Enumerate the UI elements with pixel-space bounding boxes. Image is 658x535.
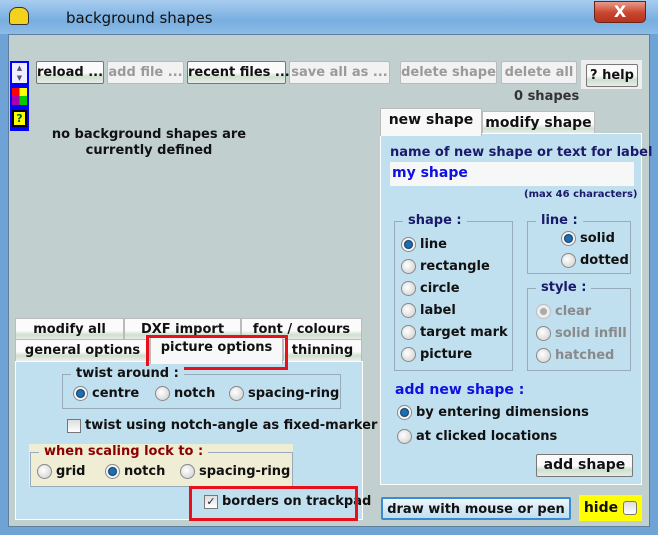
shape-count: 0 shapes xyxy=(514,89,580,104)
add-by-dimensions-radio[interactable]: by entering dimensions xyxy=(397,405,589,420)
radio-icon xyxy=(105,464,120,479)
hide-toggle[interactable]: hide xyxy=(579,495,642,521)
tab-modify-shape[interactable]: modify shape xyxy=(482,111,595,135)
radio-icon xyxy=(536,304,551,319)
radio-icon xyxy=(401,325,416,340)
delete-shape-button[interactable]: delete shape xyxy=(400,61,497,84)
radio-icon xyxy=(397,405,412,420)
radio-icon xyxy=(401,237,416,252)
radio-icon xyxy=(401,281,416,296)
save-all-as-button[interactable]: save all as ... xyxy=(289,61,390,84)
shape-target-mark-radio[interactable]: target mark xyxy=(401,325,508,340)
radio-icon xyxy=(401,303,416,318)
close-button[interactable]: X xyxy=(594,1,646,23)
add-file-button[interactable]: add file ... xyxy=(107,61,184,84)
radio-icon xyxy=(561,253,576,268)
help-icon[interactable]: ? xyxy=(12,110,27,127)
style-clear-radio[interactable]: clear xyxy=(536,304,591,319)
window-title: background shapes xyxy=(66,9,213,27)
radio-icon xyxy=(561,231,576,246)
radio-icon xyxy=(401,259,416,274)
highlight-borders-checkbox xyxy=(189,486,358,521)
colour-palette-icon[interactable] xyxy=(12,88,27,105)
draw-with-mouse-button[interactable]: draw with mouse or pen xyxy=(381,497,571,520)
shape-picture-radio[interactable]: picture xyxy=(401,347,472,362)
tab-general-options[interactable]: general options xyxy=(15,339,150,362)
app-logo-icon xyxy=(9,7,29,25)
style-solid-infill-radio[interactable]: solid infill xyxy=(536,326,627,341)
scale-grid-radio[interactable]: grid xyxy=(37,464,85,479)
shape-circle-radio[interactable]: circle xyxy=(401,281,460,296)
side-toolstrip: ▲ ▼ ? xyxy=(10,61,29,131)
shape-label-radio[interactable]: label xyxy=(401,303,456,318)
style-hatched-radio[interactable]: hatched xyxy=(536,348,614,363)
radio-icon xyxy=(155,386,170,401)
shape-line-radio[interactable]: line xyxy=(401,237,447,252)
radio-icon xyxy=(401,347,416,362)
hide-checkbox-icon xyxy=(623,501,638,515)
name-input[interactable]: my shape xyxy=(390,162,634,186)
tab-modify-all[interactable]: modify all xyxy=(15,318,124,341)
radio-icon xyxy=(180,464,195,479)
status-message-line1: no background shapes are xyxy=(51,127,247,142)
help-button[interactable]: ? help xyxy=(586,64,638,87)
twist-spacing-ring-radio[interactable]: spacing-ring xyxy=(229,386,339,401)
radio-icon xyxy=(397,429,412,444)
radio-icon xyxy=(229,386,244,401)
scale-notch-radio[interactable]: notch xyxy=(105,464,165,479)
tab-thinning[interactable]: thinning xyxy=(283,339,362,362)
tab-new-shape[interactable]: new shape xyxy=(380,108,482,136)
status-message-line2: currently defined xyxy=(85,143,213,158)
twist-centre-radio[interactable]: centre xyxy=(73,386,139,401)
add-at-clicked-radio[interactable]: at clicked locations xyxy=(397,429,557,444)
scroll-spinner[interactable]: ▲ ▼ xyxy=(12,63,27,83)
title-bar: background shapes X xyxy=(0,0,658,34)
radio-icon xyxy=(37,464,52,479)
max-characters-hint: (max 46 characters) xyxy=(524,189,638,200)
scale-spacing-ring-radio[interactable]: spacing-ring xyxy=(180,464,290,479)
add-new-shape-heading: add new shape : xyxy=(395,382,525,398)
line-dotted-radio[interactable]: dotted xyxy=(561,253,629,268)
checkbox-icon xyxy=(67,418,81,433)
shape-rectangle-radio[interactable]: rectangle xyxy=(401,259,490,274)
line-solid-radio[interactable]: solid xyxy=(561,231,615,246)
add-shape-button[interactable]: add shape xyxy=(536,454,633,477)
recent-files-button[interactable]: recent files ... xyxy=(187,61,290,84)
radio-icon xyxy=(536,326,551,341)
radio-icon xyxy=(73,386,88,401)
highlight-picture-options xyxy=(146,335,288,370)
twist-notch-angle-checkbox[interactable]: twist using notch-angle as fixed-marker xyxy=(67,418,377,433)
radio-icon xyxy=(536,348,551,363)
reload-button[interactable]: reload ... xyxy=(36,61,104,84)
delete-all-button[interactable]: delete all xyxy=(501,61,577,84)
twist-notch-radio[interactable]: notch xyxy=(155,386,215,401)
